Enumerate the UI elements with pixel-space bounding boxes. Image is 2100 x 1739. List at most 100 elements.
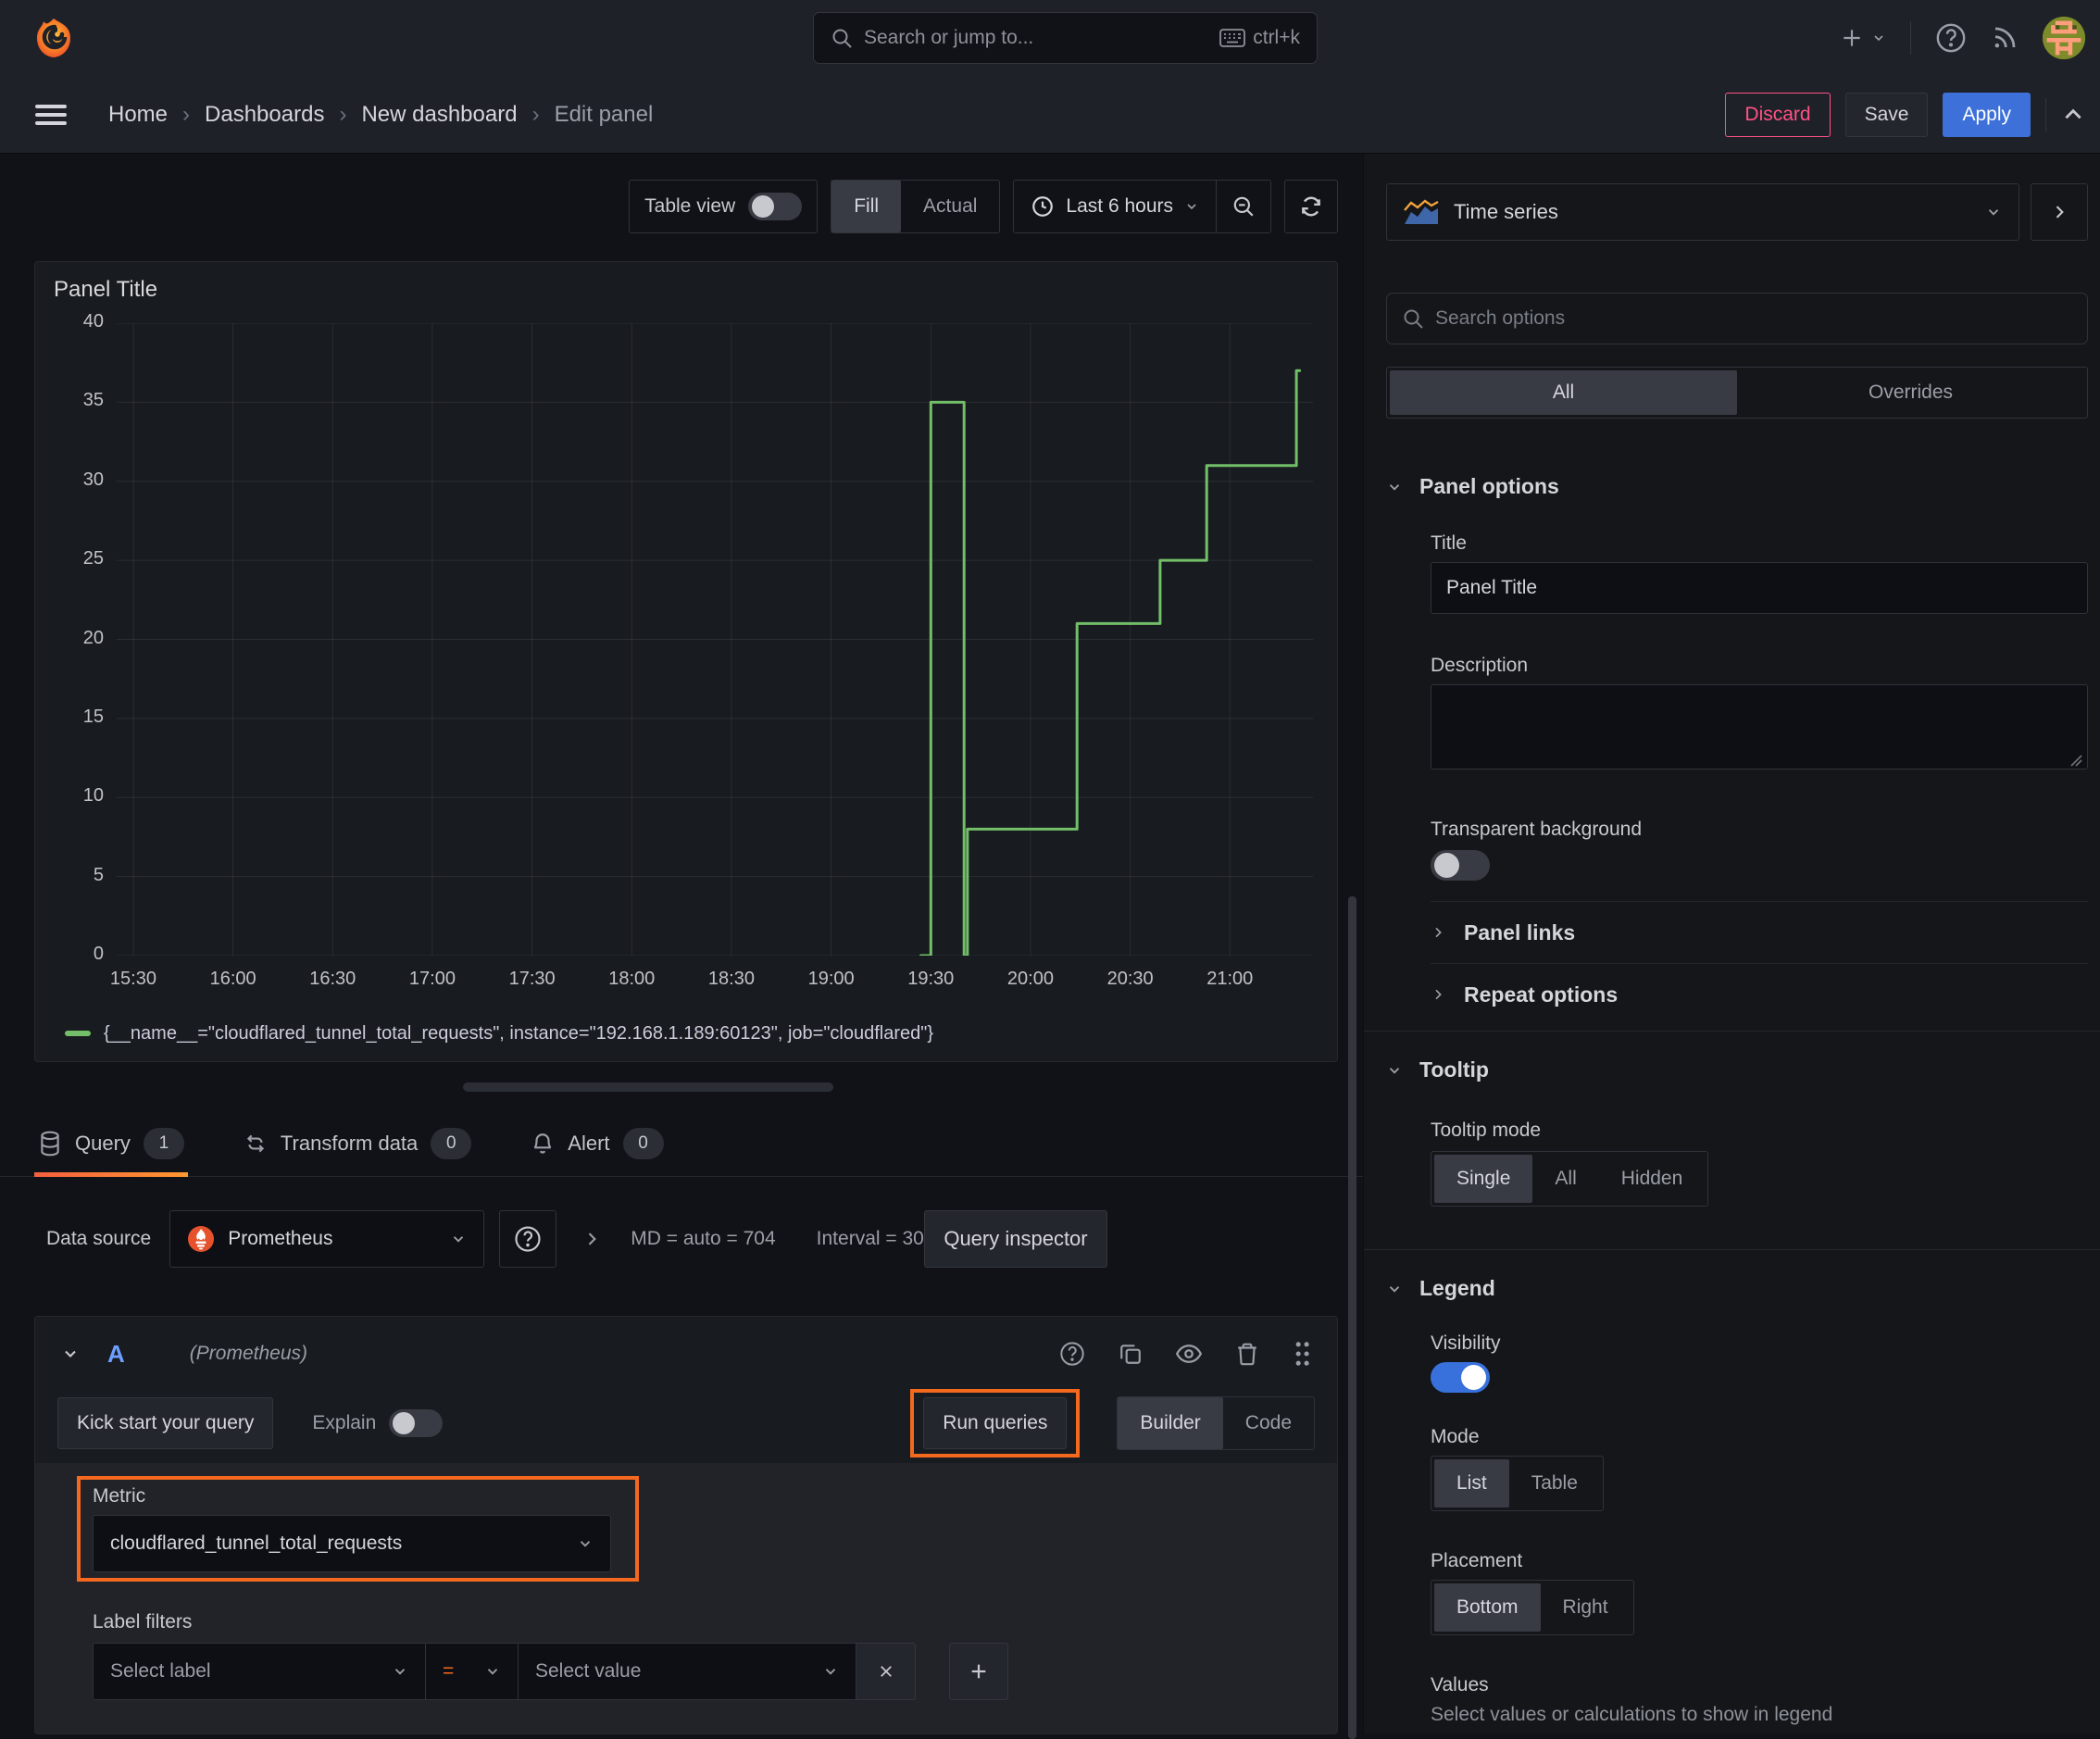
divider	[1910, 21, 1911, 55]
legend-mode-table-option[interactable]: Table	[1509, 1459, 1600, 1508]
collapse-pane-chevron-right-icon[interactable]	[2031, 183, 2088, 241]
datasource-select[interactable]: Prometheus	[169, 1210, 485, 1268]
legend-visibility-label: Visibility	[1431, 1332, 1501, 1354]
save-button[interactable]: Save	[1844, 92, 1929, 137]
editor-tabs: Query 1 Transform data 0 Alert 0	[0, 1110, 1363, 1177]
x-axis-tick: 18:30	[707, 969, 755, 989]
chevron-down-icon[interactable]	[61, 1345, 80, 1363]
tab-overrides[interactable]: Overrides	[1737, 370, 2084, 415]
section-repeat-options[interactable]: Repeat options	[1386, 964, 2088, 1025]
query-editor-card: A (Prometheus) Kick start your query Exp…	[34, 1316, 1338, 1734]
resize-handle-icon[interactable]	[2069, 754, 2082, 767]
description-textarea[interactable]	[1431, 684, 2088, 769]
search-icon	[831, 27, 853, 49]
panel-resize-handle[interactable]	[463, 1082, 833, 1092]
tooltip-single-option[interactable]: Single	[1434, 1155, 1533, 1203]
table-view-toggle[interactable]	[748, 193, 803, 220]
series-line[interactable]	[919, 369, 1302, 956]
query-inspector-button[interactable]: Query inspector	[924, 1210, 1107, 1268]
query-row-header[interactable]: A (Prometheus)	[35, 1317, 1337, 1391]
builder-option[interactable]: Builder	[1118, 1397, 1223, 1449]
new-button[interactable]	[1840, 26, 1886, 50]
tab-alert[interactable]: Alert 0	[527, 1110, 667, 1176]
kick-start-query-button[interactable]: Kick start your query	[57, 1397, 274, 1449]
section-tooltip[interactable]: Tooltip	[1386, 1057, 2088, 1082]
code-option[interactable]: Code	[1223, 1397, 1314, 1449]
select-value-dropdown[interactable]: Select value	[519, 1643, 856, 1700]
panel-title-input[interactable]	[1431, 562, 2088, 614]
select-label-dropdown[interactable]: Select label	[93, 1643, 426, 1700]
tab-query[interactable]: Query 1	[34, 1110, 188, 1177]
breadcrumb-dashboards[interactable]: Dashboards	[205, 102, 324, 128]
section-panel-options[interactable]: Panel options	[1386, 474, 2088, 499]
clock-icon	[1031, 194, 1055, 219]
options-search-input[interactable]	[1435, 307, 2072, 330]
panel-title[interactable]: Panel Title	[52, 262, 1320, 314]
legend-values-label: Values	[1431, 1674, 1489, 1695]
explain-toggle[interactable]	[389, 1409, 444, 1437]
operator-dropdown[interactable]: =	[426, 1643, 519, 1700]
tooltip-hidden-option[interactable]: Hidden	[1599, 1155, 1706, 1203]
legend-series-label[interactable]: {__name__="cloudflared_tunnel_total_requ…	[104, 1023, 933, 1045]
y-axis-tick: 20	[82, 627, 104, 648]
tab-all-options[interactable]: All	[1390, 370, 1737, 415]
options-filter-tabs: All Overrides	[1386, 367, 2088, 419]
legend-placement-right-option[interactable]: Right	[1541, 1583, 1631, 1632]
time-range-picker[interactable]: Last 6 hours	[1014, 181, 1216, 232]
visualization-select[interactable]: Time series	[1386, 183, 2019, 241]
refresh-icon[interactable]	[1284, 180, 1338, 233]
table-view-control: Table view	[629, 180, 819, 233]
discard-button[interactable]: Discard	[1725, 92, 1831, 137]
chevron-right-icon: ›	[531, 101, 540, 127]
user-avatar[interactable]	[2043, 17, 2085, 59]
section-legend[interactable]: Legend	[1386, 1276, 2088, 1301]
delete-query-trash-icon[interactable]	[1235, 1342, 1259, 1366]
actual-option[interactable]: Actual	[901, 181, 999, 232]
legend-mode-list-option[interactable]: List	[1434, 1459, 1509, 1508]
query-ref-letter[interactable]: A	[107, 1340, 125, 1369]
query-toolbar: Kick start your query Explain Run querie…	[35, 1389, 1337, 1458]
zoom-out-icon[interactable]	[1217, 181, 1270, 232]
chart-legend: {__name__="cloudflared_tunnel_total_requ…	[52, 1017, 1320, 1061]
collapse-options-chevron-up-icon[interactable]	[2061, 103, 2085, 127]
chevron-right-icon	[1431, 987, 1445, 1002]
help-icon[interactable]	[1935, 22, 1967, 54]
run-queries-button[interactable]: Run queries	[923, 1397, 1068, 1449]
remove-filter-close-icon[interactable]	[856, 1643, 916, 1700]
tooltip-all-option[interactable]: All	[1532, 1155, 1598, 1203]
y-axis-tick: 40	[82, 311, 104, 332]
global-search[interactable]: ctrl+k	[813, 12, 1318, 64]
duplicate-query-icon[interactable]	[1119, 1342, 1143, 1366]
legend-series-marker[interactable]	[65, 1031, 91, 1036]
main-scrollbar[interactable]	[1348, 896, 1356, 1739]
tab-transform-data[interactable]: Transform data 0	[240, 1110, 475, 1176]
datasource-help-icon[interactable]	[499, 1210, 557, 1268]
legend-visibility-toggle[interactable]	[1431, 1362, 1490, 1393]
x-axis-tick: 17:00	[408, 969, 456, 989]
drag-handle-grip-icon[interactable]	[1293, 1341, 1311, 1367]
y-axis-tick: 30	[82, 469, 104, 490]
x-axis-tick: 16:30	[309, 969, 356, 989]
breadcrumb-home[interactable]: Home	[108, 102, 168, 128]
query-help-icon[interactable]	[1059, 1341, 1085, 1367]
metric-select[interactable]: cloudflared_tunnel_total_requests	[93, 1515, 611, 1572]
expand-stats-chevron-right-icon[interactable]	[582, 1230, 601, 1248]
toggle-visibility-eye-icon[interactable]	[1176, 1343, 1202, 1365]
menu-icon[interactable]	[34, 101, 68, 129]
breadcrumb-new-dashboard[interactable]: New dashboard	[361, 102, 517, 128]
legend-placement-bottom-option[interactable]: Bottom	[1434, 1583, 1541, 1632]
section-panel-links[interactable]: Panel links	[1386, 902, 2088, 963]
legend-values-hint: Select values or calculations to show in…	[1431, 1704, 1833, 1725]
transparent-background-toggle[interactable]	[1431, 850, 1490, 881]
search-input[interactable]	[864, 27, 1209, 49]
plot-area[interactable]	[117, 323, 1313, 956]
chevron-down-icon	[450, 1231, 467, 1247]
grafana-logo-icon[interactable]	[31, 16, 76, 60]
fill-option[interactable]: Fill	[831, 181, 902, 232]
add-filter-plus-icon[interactable]	[949, 1643, 1008, 1700]
apply-button[interactable]: Apply	[1943, 92, 2031, 137]
options-search[interactable]	[1386, 293, 2088, 344]
news-rss-icon[interactable]	[1991, 24, 2019, 52]
chevron-right-icon: ›	[339, 101, 347, 127]
y-axis-tick: 35	[82, 390, 104, 411]
